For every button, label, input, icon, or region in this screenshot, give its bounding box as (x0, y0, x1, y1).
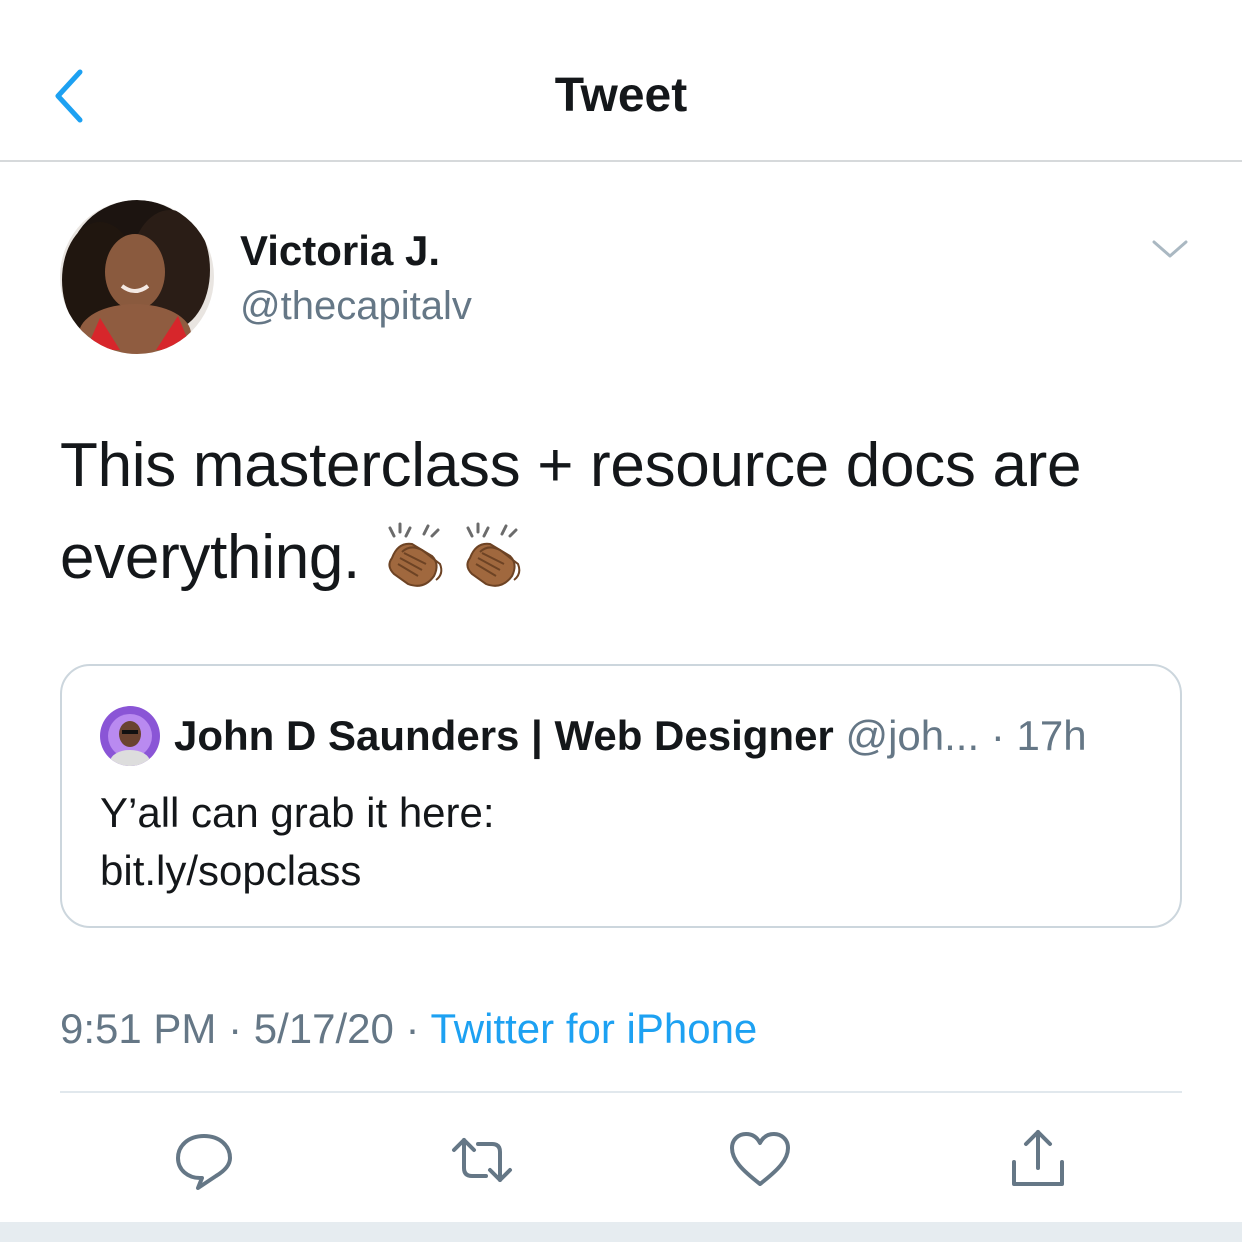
tweet-meta: 9:51 PM · 5/17/20 · Twitter for iPhone (60, 1002, 757, 1056)
profile-photo (60, 200, 214, 354)
chevron-down-icon (1152, 240, 1188, 258)
tweet-source-link[interactable]: Twitter for iPhone (430, 1005, 757, 1052)
page-title: Tweet (554, 69, 688, 122)
quoted-profile-photo (100, 706, 160, 766)
quoted-header: John D Saunders | Web Designer @joh... ·… (174, 710, 1087, 762)
avatar[interactable] (60, 200, 214, 354)
quoted-author-handle: @joh... (845, 712, 980, 759)
quoted-link[interactable]: bit.ly/sopclass (100, 842, 495, 900)
author-name[interactable]: Victoria J. (240, 224, 440, 278)
quoted-separator: · (979, 712, 1017, 759)
quoted-text: Y’all can grab it here: bit.ly/sopclass (100, 784, 495, 900)
divider (60, 1091, 1182, 1093)
meta-separator: · (216, 1005, 254, 1052)
heart-icon (730, 1132, 790, 1186)
reply-icon (176, 1134, 232, 1190)
more-options-button[interactable] (1148, 232, 1192, 268)
quoted-text-line: Y’all can grab it here: (100, 789, 495, 836)
quoted-timestamp: 17h (1016, 712, 1087, 759)
reply-button[interactable] (172, 1128, 236, 1192)
share-icon (1012, 1130, 1064, 1186)
emoji-group (378, 518, 534, 618)
clapping-hands-icon (466, 522, 521, 587)
clapping-hands-icon (388, 522, 443, 587)
like-button[interactable] (728, 1128, 792, 1192)
nav-bar: Tweet (0, 0, 1242, 162)
retweet-icon (452, 1138, 512, 1182)
quoted-avatar (100, 706, 160, 766)
retweet-button[interactable] (450, 1128, 514, 1192)
bottom-bar (0, 1222, 1242, 1242)
author-handle[interactable]: @thecapitalv (240, 280, 472, 332)
meta-separator: · (393, 1005, 431, 1052)
tweet-text-content: This masterclass + resource docs are eve… (60, 431, 1082, 592)
quoted-tweet-card[interactable]: John D Saunders | Web Designer @joh... ·… (60, 664, 1182, 928)
tweet-date: 5/17/20 (253, 1005, 394, 1052)
quoted-author-name: John D Saunders | Web Designer (174, 712, 834, 759)
tweet-text: This masterclass + resource docs are eve… (60, 420, 1180, 618)
tweet-time: 9:51 PM (60, 1005, 217, 1052)
share-button[interactable] (1006, 1128, 1070, 1192)
